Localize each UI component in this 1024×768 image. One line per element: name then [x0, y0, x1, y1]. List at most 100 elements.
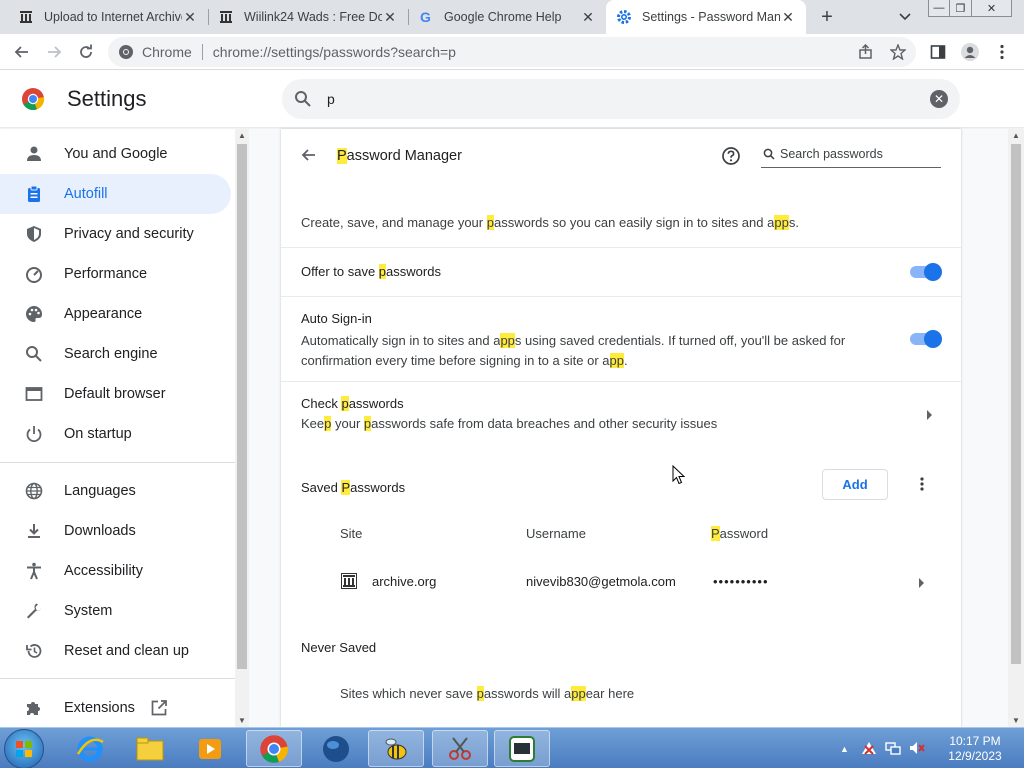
sidebar-item-default-browser[interactable]: Default browser — [0, 374, 231, 414]
bookmark-star-icon[interactable] — [888, 42, 908, 62]
scrollbar-thumb[interactable] — [237, 144, 247, 669]
sidebar-item-appearance[interactable]: Appearance — [0, 294, 231, 334]
more-actions-kebab-icon[interactable] — [919, 475, 925, 496]
mouse-cursor-icon — [672, 464, 686, 488]
tab-chrome-help[interactable]: G Google Chrome Help ✕ — [408, 0, 606, 34]
wiilink-icon — [509, 735, 535, 762]
tab-search-chevron-icon[interactable] — [895, 7, 915, 27]
taskbar-clock[interactable]: 10:17 PM 12/9/2023 — [940, 734, 1010, 764]
restore-button[interactable]: ❐ — [950, 0, 972, 17]
scroll-down-icon[interactable]: ▼ — [1012, 716, 1020, 725]
taskbar-media-player[interactable] — [182, 730, 238, 767]
share-icon[interactable] — [856, 42, 876, 62]
sidebar-item-extensions[interactable]: Extensions — [0, 688, 231, 728]
check-passwords-title: Check passwords — [301, 396, 404, 411]
sidebar-item-downloads[interactable]: Downloads — [0, 511, 231, 551]
sidebar-item-autofill[interactable]: Autofill — [0, 174, 231, 214]
address-bar[interactable]: Chrome chrome://settings/passwords?searc… — [108, 37, 916, 67]
column-header-site: Site — [340, 526, 363, 541]
sidebar-item-you-and-google[interactable]: You and Google — [0, 134, 231, 174]
volume-muted-icon[interactable] — [909, 741, 925, 758]
sidebar-item-performance[interactable]: Performance — [0, 254, 231, 294]
network-icon[interactable] — [885, 741, 901, 758]
password-search-placeholder: Search passwords — [780, 147, 883, 161]
sidebar-item-label: Appearance — [64, 306, 143, 322]
scrollbar-thumb[interactable] — [1011, 144, 1021, 664]
sidebar-item-label: On startup — [64, 426, 132, 442]
start-button[interactable] — [4, 729, 44, 768]
history-icon — [24, 641, 44, 661]
side-panel-icon[interactable] — [926, 40, 950, 64]
puzzle-icon — [24, 698, 44, 718]
scroll-up-icon[interactable]: ▲ — [238, 131, 246, 140]
forward-button[interactable] — [42, 40, 66, 64]
tab-wiilink-wads[interactable]: Wiilink24 Wads : Free Download ✕ — [208, 0, 408, 34]
scroll-up-icon[interactable]: ▲ — [1012, 131, 1020, 140]
help-icon[interactable] — [721, 146, 741, 169]
shield-icon — [24, 224, 44, 244]
gear-icon — [616, 9, 632, 25]
check-passwords-subtitle: Keep your passwords safe from data breac… — [301, 416, 718, 431]
taskbar-snipping-tool[interactable] — [432, 730, 488, 767]
system-tray: ▲ — [840, 732, 925, 766]
sidebar-scrollbar[interactable]: ▲ ▼ — [235, 129, 249, 727]
search-icon — [763, 148, 775, 163]
show-hidden-icons-icon[interactable]: ▲ — [840, 744, 849, 754]
chevron-right-icon[interactable] — [919, 576, 925, 591]
taskbar-file-explorer[interactable] — [122, 730, 178, 767]
new-tab-button[interactable]: + — [815, 5, 839, 29]
sidebar-item-on-startup[interactable]: On startup — [0, 414, 231, 454]
sidebar-divider — [0, 678, 235, 679]
menu-kebab-icon[interactable] — [990, 40, 1014, 64]
settings-search-input[interactable]: p ✕ — [282, 79, 960, 119]
action-center-icon[interactable] — [861, 741, 877, 758]
close-icon[interactable]: ✕ — [382, 9, 398, 25]
auto-signin-toggle[interactable] — [910, 329, 942, 348]
tab-upload-archive[interactable]: Upload to Internet Archive ✕ — [8, 0, 208, 34]
password-search-input[interactable]: Search passwords — [761, 146, 941, 168]
sidebar-item-privacy-and-security[interactable]: Privacy and security — [0, 214, 231, 254]
window-controls: — ❐ ✕ — [928, 0, 1012, 18]
toggle-knob — [924, 263, 942, 281]
tab-settings-password-manager[interactable]: Settings - Password Manager ✕ — [606, 0, 806, 34]
reload-button[interactable] — [74, 40, 98, 64]
chrome-site-info[interactable]: Chrome — [118, 44, 192, 60]
scroll-down-icon[interactable]: ▼ — [238, 716, 246, 725]
close-icon[interactable]: ✕ — [182, 9, 198, 25]
wrench-icon — [24, 601, 44, 621]
sidebar-item-languages[interactable]: Languages — [0, 471, 231, 511]
main-scrollbar[interactable]: ▲ ▼ — [1008, 129, 1024, 727]
sidebar-item-label: Languages — [64, 483, 136, 499]
close-icon[interactable]: ✕ — [780, 9, 796, 25]
tab-title: Wiilink24 Wads : Free Download — [244, 10, 382, 24]
taskbar-bee-app[interactable] — [368, 730, 424, 767]
check-passwords-row[interactable]: Check passwords Keep your passwords safe… — [281, 382, 961, 442]
table-row[interactable]: archive.org nivevib830@getmola.com •••••… — [281, 561, 961, 601]
tab-title: Upload to Internet Archive — [44, 10, 182, 24]
back-arrow-icon[interactable] — [301, 147, 317, 166]
sidebar-item-system[interactable]: System — [0, 591, 231, 631]
taskbar-globe-app[interactable] — [308, 730, 364, 767]
sidebar-item-accessibility[interactable]: Accessibility — [0, 551, 231, 591]
speedometer-icon — [24, 264, 44, 284]
clear-search-icon[interactable]: ✕ — [930, 90, 948, 108]
add-password-button[interactable]: Add — [822, 469, 888, 500]
taskbar-chrome[interactable] — [246, 730, 302, 767]
globe-icon — [24, 481, 44, 501]
omnibox-scheme-label: Chrome — [142, 44, 192, 60]
profile-avatar-icon[interactable] — [958, 40, 982, 64]
minimize-button[interactable]: — — [928, 0, 950, 17]
close-icon[interactable]: ✕ — [580, 9, 596, 25]
sidebar-item-search-engine[interactable]: Search engine — [0, 334, 231, 374]
accessibility-icon — [24, 561, 44, 581]
person-icon — [24, 144, 44, 164]
auto-signin-description: Automatically sign in to sites and apps … — [301, 333, 846, 368]
sidebar-item-label: Performance — [64, 266, 148, 282]
sidebar-item-reset-and-clean-up[interactable]: Reset and clean up — [0, 631, 231, 671]
search-icon — [294, 90, 312, 111]
taskbar-wiilink[interactable] — [494, 730, 550, 767]
offer-to-save-toggle[interactable] — [910, 262, 942, 281]
back-button[interactable] — [10, 40, 34, 64]
close-window-button[interactable]: ✕ — [972, 0, 1012, 17]
taskbar-internet-explorer[interactable] — [62, 730, 118, 767]
